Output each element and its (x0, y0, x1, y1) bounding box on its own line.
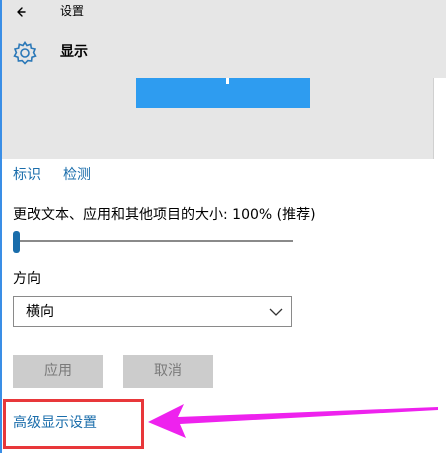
orientation-selected-value: 横向 (26, 304, 54, 320)
scale-label: 更改文本、应用和其他项目的大小: 100% (推荐) (13, 207, 316, 223)
apply-button[interactable]: 应用 (13, 355, 103, 388)
monitor-tile[interactable] (136, 78, 310, 108)
orientation-dropdown[interactable]: 横向 (13, 296, 292, 327)
detect-link[interactable]: 检测 (63, 166, 91, 184)
chevron-down-icon (269, 308, 283, 316)
annotation-arrow-icon (148, 404, 438, 438)
app-title: 设置 (60, 4, 85, 18)
settings-window: 设置 显示 标识 检测 更改文本、应用和其他项目的大小: 100% (推荐) 方… (0, 0, 446, 453)
back-button[interactable] (12, 2, 38, 22)
cancel-button[interactable]: 取消 (123, 355, 213, 388)
orientation-label: 方向 (13, 271, 41, 287)
scale-slider-track[interactable] (14, 240, 293, 242)
page-title: 显示 (60, 44, 88, 60)
area-divider (433, 78, 434, 159)
gear-icon (13, 41, 37, 65)
back-arrow-icon (17, 7, 26, 17)
monitor-number-mark (226, 78, 229, 84)
identify-link[interactable]: 标识 (13, 166, 41, 184)
annotation-highlight-box (3, 399, 144, 449)
scale-slider-thumb[interactable] (13, 231, 20, 253)
